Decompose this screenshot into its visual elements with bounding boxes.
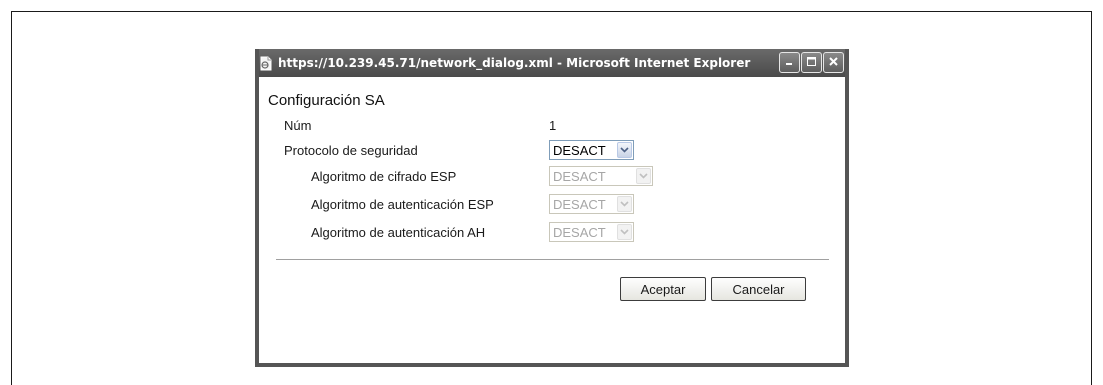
close-button[interactable]	[823, 52, 844, 73]
num-label: Núm	[284, 118, 312, 133]
ah-auth-label: Algoritmo de autenticación AH	[311, 225, 486, 240]
security-protocol-select[interactable]: DESACT	[549, 140, 634, 160]
chevron-down-icon	[617, 196, 632, 212]
minimize-icon	[784, 54, 795, 72]
accept-button[interactable]: Aceptar	[620, 277, 706, 301]
ah-auth-value: DESACT	[553, 224, 606, 240]
maximize-icon	[806, 54, 817, 72]
esp-auth-value: DESACT	[553, 196, 606, 212]
close-icon	[828, 54, 839, 72]
title-bar[interactable]: https://10.239.45.71/network_dialog.xml …	[259, 49, 845, 77]
window-controls	[779, 52, 844, 73]
chevron-down-icon	[636, 168, 651, 184]
esp-auth-label: Algoritmo de autenticación ESP	[311, 197, 494, 212]
ie-page-icon	[259, 56, 273, 71]
cancel-button[interactable]: Cancelar	[711, 277, 806, 301]
divider	[276, 259, 829, 261]
dialog-window: https://10.239.45.71/network_dialog.xml …	[255, 49, 849, 367]
security-protocol-value: DESACT	[553, 142, 606, 158]
esp-encryption-value: DESACT	[553, 168, 606, 184]
minimize-button[interactable]	[779, 52, 800, 73]
chevron-down-icon	[617, 142, 632, 158]
esp-encryption-label: Algoritmo de cifrado ESP	[311, 169, 457, 184]
dialog-heading: Configuración SA	[268, 92, 385, 109]
ah-auth-select[interactable]: DESACT	[549, 222, 634, 242]
dialog-content: Configuración SA Núm 1 Protocolo de segu…	[259, 77, 845, 363]
num-value: 1	[549, 118, 557, 133]
chevron-down-icon	[617, 224, 632, 240]
esp-auth-select[interactable]: DESACT	[549, 194, 634, 214]
esp-encryption-select[interactable]: DESACT	[549, 166, 653, 186]
maximize-button[interactable]	[801, 52, 822, 73]
security-protocol-label: Protocolo de seguridad	[284, 143, 418, 158]
window-title: https://10.239.45.71/network_dialog.xml …	[278, 56, 751, 70]
